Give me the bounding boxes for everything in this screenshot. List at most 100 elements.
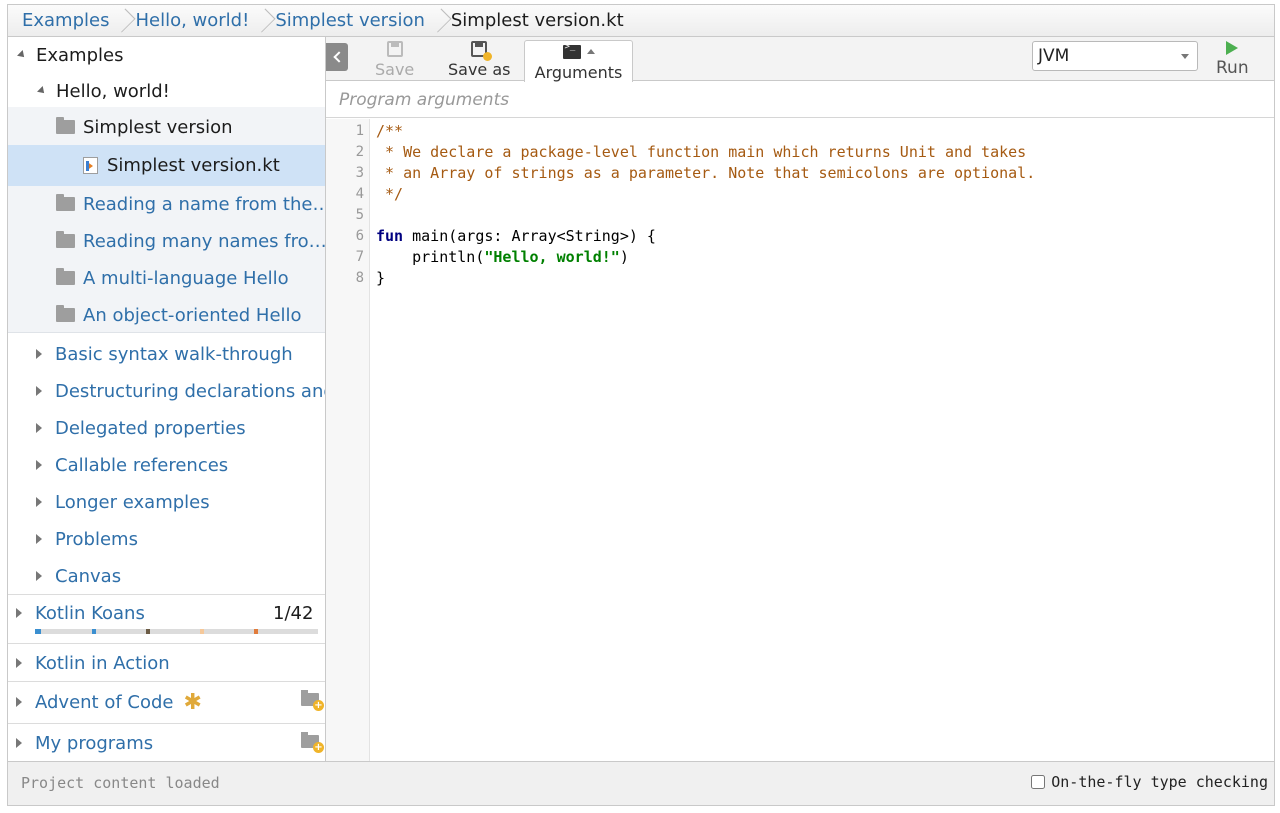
tree-item-advent-of-code[interactable]: Advent of Code ✱ — [8, 685, 288, 719]
collapsed-triangle-icon — [16, 697, 22, 707]
code-line-2: * We declare a package-level function ma… — [376, 143, 1027, 161]
arguments-tab[interactable]: Arguments — [524, 40, 633, 82]
platform-select[interactable]: JVM — [1032, 41, 1198, 71]
progress-marker — [146, 629, 150, 634]
program-arguments-input[interactable] — [326, 82, 1274, 117]
on-the-fly-type-checking-toggle[interactable]: On-the-fly type checking — [1031, 773, 1268, 791]
progress-marker — [35, 629, 41, 634]
tree-item-callable-references[interactable]: Callable references — [8, 449, 325, 481]
tree-item-basic-syntax[interactable]: Basic syntax walk-through — [8, 338, 325, 370]
code-editor[interactable]: 1 2 3 4 5 6 7 8 /** * We declare a packa… — [326, 119, 1274, 761]
program-arguments-bar — [326, 82, 1274, 118]
collapsed-triangle-icon — [36, 497, 42, 507]
collapsed-triangle-icon — [36, 386, 42, 396]
ide-frame: Examples Hello, world! Simplest version … — [7, 36, 1275, 806]
star-icon: ✱ — [183, 689, 202, 715]
breadcrumb: Examples Hello, world! Simplest version … — [7, 4, 1275, 36]
code-text: ) — [619, 248, 629, 266]
line-number: 8 — [355, 270, 364, 286]
code-line-6: fun main(args: Array<String>) { — [376, 227, 656, 245]
code-text: main(args: Array<String>) { — [403, 227, 656, 245]
breadcrumb-separator — [257, 6, 267, 36]
progress-marker — [254, 629, 258, 634]
tree-item-kotlin-koans[interactable]: Kotlin Koans — [8, 598, 258, 628]
code-line-4: */ — [376, 185, 404, 203]
folder-icon — [56, 268, 75, 285]
line-number: 5 — [355, 207, 364, 223]
save-as-icon — [471, 41, 493, 61]
line-number: 3 — [355, 165, 364, 181]
collapsed-triangle-icon — [36, 349, 42, 359]
breadcrumb-current-file: Simplest version.kt — [450, 10, 624, 31]
line-number: 6 — [355, 228, 364, 244]
save-icon — [386, 41, 403, 57]
add-folder-icon[interactable] — [301, 690, 324, 711]
line-number-gutter: 1 2 3 4 5 6 7 8 — [326, 119, 370, 761]
tree-item-object-oriented-hello[interactable]: An object-oriented Hello — [8, 299, 325, 331]
save-button[interactable]: Save — [375, 41, 414, 79]
line-number: 2 — [355, 144, 364, 160]
tree-item-my-programs[interactable]: My programs — [8, 727, 288, 759]
koans-progress-count: 1/42 — [273, 603, 314, 624]
save-as-button[interactable]: Save as — [448, 41, 511, 79]
expanded-triangle-icon — [17, 50, 27, 60]
tree-item-problems[interactable]: Problems — [8, 523, 325, 555]
breadcrumb-separator — [433, 6, 443, 36]
collapsed-triangle-icon — [36, 423, 42, 433]
collapse-sidebar-button[interactable] — [326, 43, 348, 71]
tree-item-kotlin-in-action[interactable]: Kotlin in Action — [8, 647, 325, 679]
tree-item-delegated-properties[interactable]: Delegated properties — [8, 412, 325, 444]
code-line-1: /** — [376, 122, 404, 140]
kotlin-file-icon — [83, 156, 98, 174]
add-folder-icon[interactable] — [301, 732, 324, 753]
breadcrumb-examples[interactable]: Examples — [14, 10, 117, 31]
on-the-fly-checkbox[interactable] — [1031, 775, 1046, 789]
tree-item-canvas[interactable]: Canvas — [8, 560, 325, 592]
run-button[interactable]: Run — [1216, 41, 1249, 78]
terminal-icon — [562, 42, 581, 59]
breadcrumb-simplest-version[interactable]: Simplest version — [267, 10, 433, 31]
section-divider — [8, 723, 325, 724]
tree-item-longer-examples[interactable]: Longer examples — [8, 486, 325, 518]
play-icon — [1226, 41, 1239, 55]
keyword-fun: fun — [376, 227, 404, 245]
tree-item-examples[interactable]: Examples — [8, 39, 325, 71]
section-divider — [8, 643, 325, 644]
code-line-7: println("Hello, world!") — [376, 248, 629, 266]
section-divider — [8, 681, 325, 682]
tree-item-multi-language-hello[interactable]: A multi-language Hello — [8, 262, 325, 294]
tree-item-simplest-version-kt[interactable]: Simplest version.kt — [8, 148, 325, 182]
chevron-up-icon — [586, 49, 595, 54]
section-divider — [8, 594, 325, 595]
folder-icon — [56, 305, 75, 322]
collapsed-triangle-icon — [36, 571, 42, 581]
tree-item-simplest-version[interactable]: Simplest version — [8, 111, 325, 143]
collapsed-triangle-icon — [36, 534, 42, 544]
editor-area: Save Save as Arguments JVM Run — [326, 37, 1274, 761]
string-literal: "Hello, world!" — [484, 248, 620, 266]
tree-item-reading-many-names[interactable]: Reading many names fro… — [8, 225, 325, 257]
collapsed-triangle-icon — [16, 658, 22, 668]
status-message: Project content loaded — [21, 774, 220, 792]
tree-item-destructuring[interactable]: Destructuring declarations and — [8, 375, 325, 407]
code-text: println( — [376, 248, 485, 266]
editor-toolbar: Save Save as Arguments JVM Run — [326, 37, 1274, 82]
line-number: 7 — [355, 249, 364, 265]
tree-item-hello-world[interactable]: Hello, world! — [8, 75, 325, 107]
tree-item-reading-name[interactable]: Reading a name from the… — [8, 188, 325, 220]
progress-marker — [200, 629, 204, 634]
folder-icon — [56, 194, 75, 211]
collapsed-triangle-icon — [36, 460, 42, 470]
folder-icon — [56, 117, 75, 134]
line-number: 4 — [355, 186, 364, 202]
collapsed-triangle-icon — [16, 608, 22, 618]
code-line-3: * an Array of strings as a parameter. No… — [376, 164, 1036, 182]
breadcrumb-hello-world[interactable]: Hello, world! — [127, 10, 257, 31]
line-number: 1 — [355, 123, 364, 139]
folder-icon — [56, 231, 75, 248]
collapsed-triangle-icon — [16, 738, 22, 748]
expanded-triangle-icon — [37, 86, 47, 96]
status-bar: Project content loaded On-the-fly type c… — [8, 761, 1274, 805]
koans-progress-bar — [35, 629, 318, 634]
project-tree: Examples Hello, world! Simplest version … — [8, 37, 326, 761]
